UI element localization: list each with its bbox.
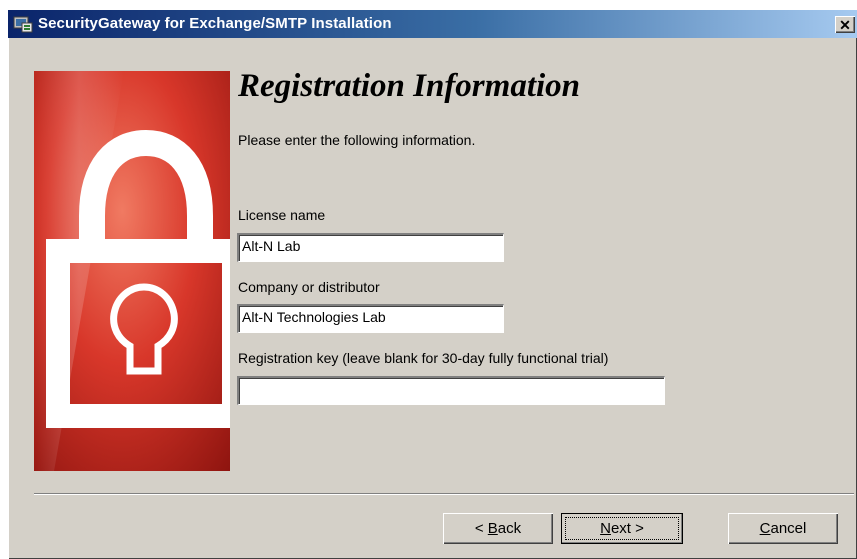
back-button-label: < Back (474, 520, 522, 537)
cancel-button-label: Cancel (759, 520, 807, 537)
padlock-banner-image (34, 71, 230, 471)
back-button[interactable]: < Back (443, 513, 553, 544)
installer-icon (12, 14, 34, 34)
close-button[interactable]: ✕ (835, 16, 855, 33)
padlock-icon (34, 71, 230, 471)
installer-dialog: SecurityGateway for Exchange/SMTP Instal… (8, 10, 857, 559)
license-name-label: License name (238, 207, 326, 223)
window-title: SecurityGateway for Exchange/SMTP Instal… (38, 15, 392, 32)
instructions-text: Please enter the following information. (238, 132, 476, 148)
page-title: Registration Information (238, 68, 581, 104)
button-separator (34, 493, 854, 495)
company-input[interactable]: Alt-N Technologies Lab (237, 304, 504, 333)
registration-key-input[interactable] (237, 376, 665, 405)
registration-key-label: Registration key (leave blank for 30-day… (238, 350, 609, 366)
close-icon: ✕ (839, 16, 851, 33)
company-label: Company or distributor (238, 279, 380, 295)
title-bar[interactable]: SecurityGateway for Exchange/SMTP Instal… (8, 10, 857, 38)
cancel-button[interactable]: Cancel (728, 513, 838, 544)
next-button-label: Next > (600, 520, 644, 537)
license-name-input[interactable]: Alt-N Lab (237, 233, 504, 262)
next-button[interactable]: Next > (561, 513, 683, 544)
